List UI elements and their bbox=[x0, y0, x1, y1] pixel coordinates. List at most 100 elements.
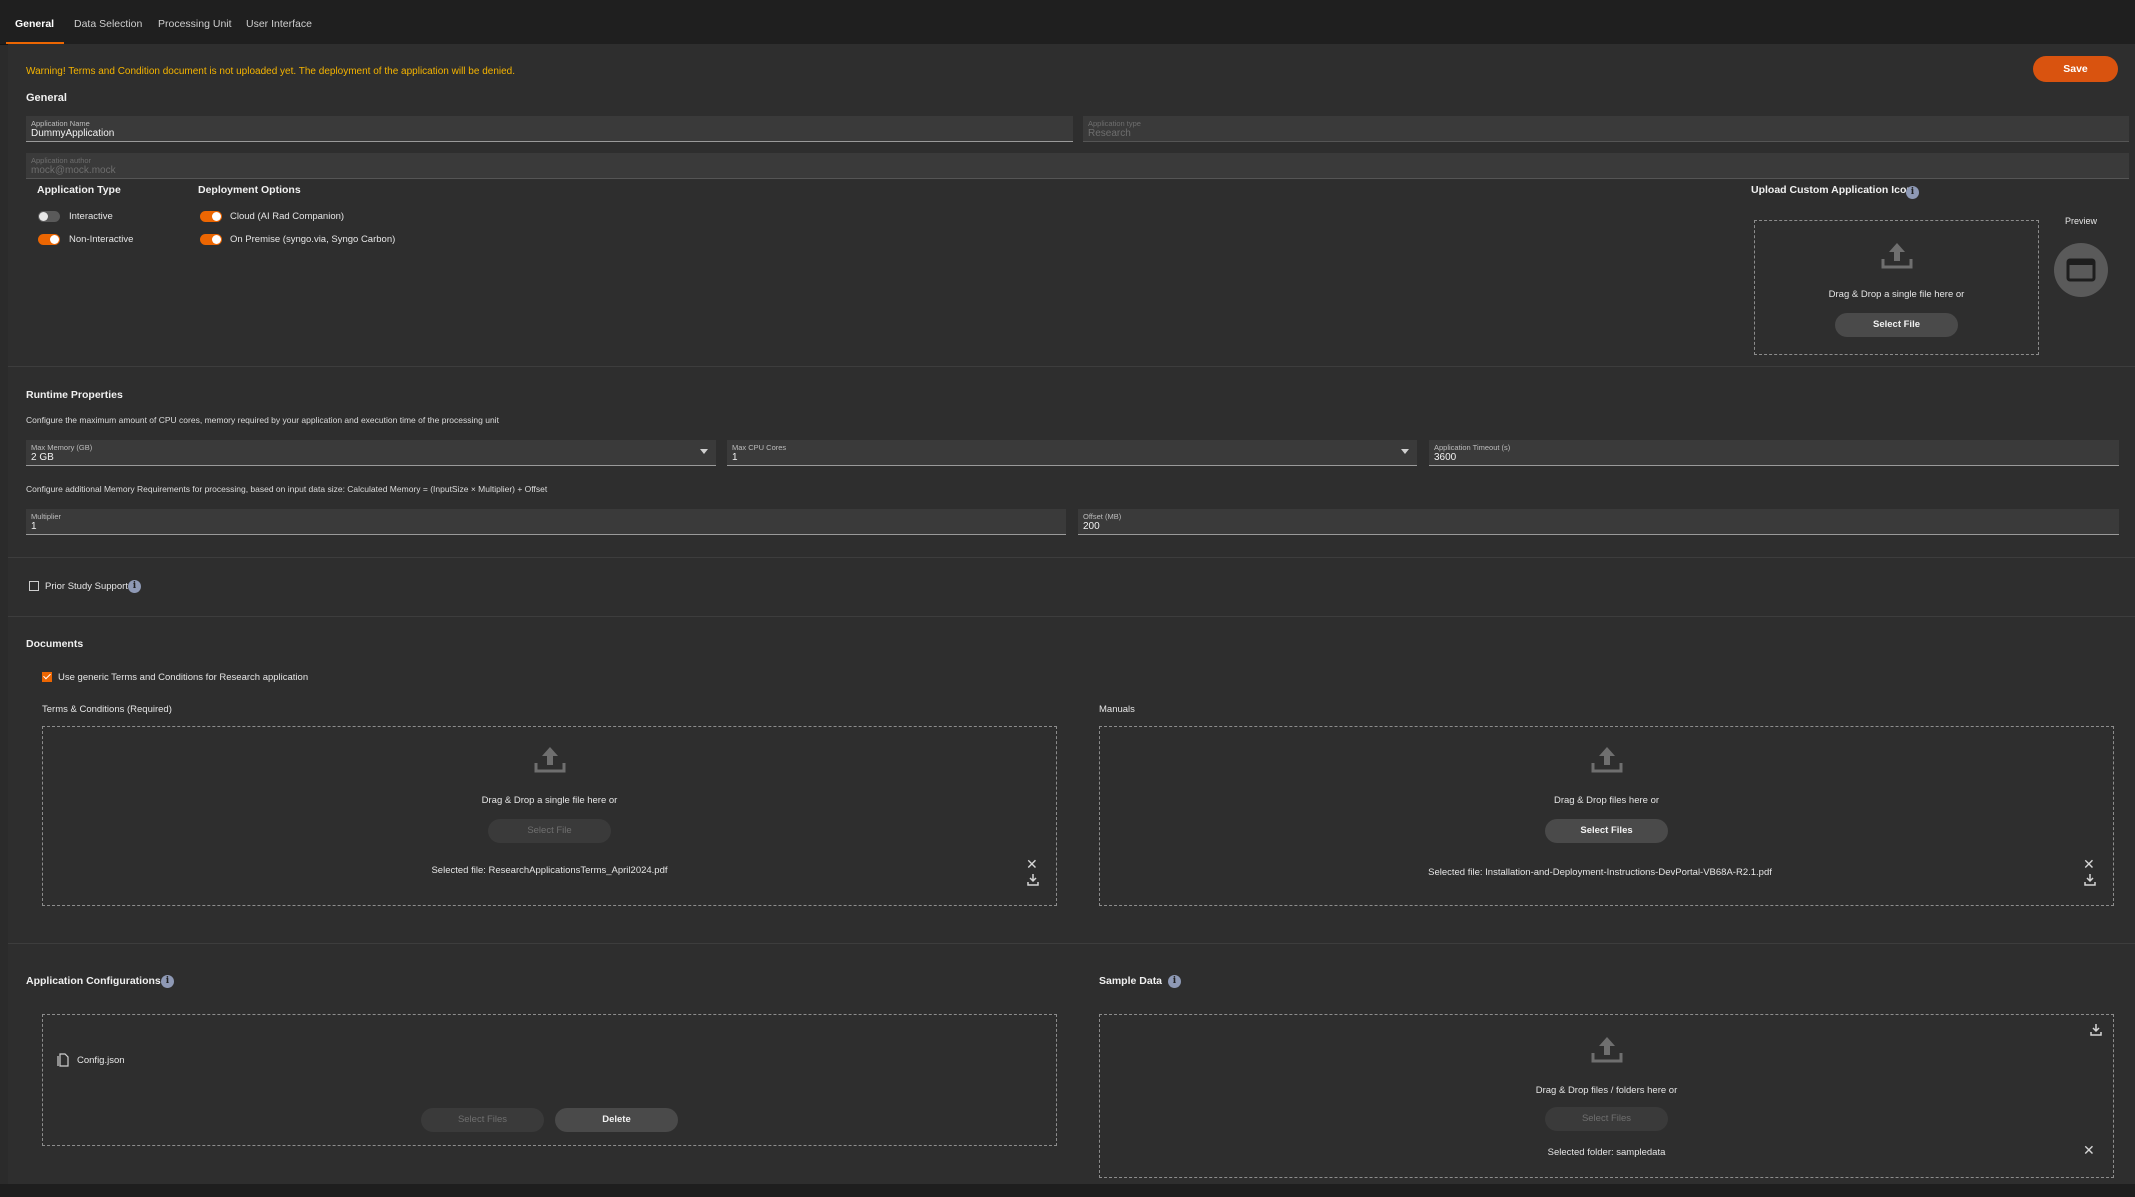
field-value: 1 bbox=[732, 452, 738, 463]
upload-icon bbox=[1591, 747, 1623, 773]
chevron-down-icon bbox=[700, 449, 708, 454]
multiplier-field[interactable]: Multiplier 1 bbox=[26, 509, 1066, 535]
sample-data-heading: Sample Data bbox=[1099, 975, 1163, 987]
select-files-button[interactable]: Select Files bbox=[421, 1108, 544, 1132]
window-icon bbox=[2066, 258, 2096, 282]
field-label: Application type bbox=[1088, 119, 1141, 128]
non-interactive-toggle[interactable] bbox=[38, 234, 60, 245]
upload-icon bbox=[534, 747, 566, 773]
memory-description: Configure additional Memory Requirements… bbox=[26, 484, 548, 494]
toggle-knob bbox=[212, 212, 221, 221]
file-icon bbox=[57, 1053, 69, 1067]
save-button[interactable]: Save bbox=[2033, 56, 2118, 82]
tab-processing-unit[interactable]: Processing Unit bbox=[158, 18, 232, 30]
offset-field[interactable]: Offset (MB) 200 bbox=[1078, 509, 2119, 535]
deployment-options-heading: Deployment Options bbox=[198, 184, 301, 196]
generic-terms-checkbox[interactable] bbox=[42, 672, 52, 682]
bottom-strip bbox=[0, 1184, 2135, 1197]
toggle-knob bbox=[212, 235, 221, 244]
icon-preview bbox=[2054, 243, 2108, 297]
field-value: 200 bbox=[1083, 521, 1100, 532]
top-tab-bar: General Data Selection Processing Unit U… bbox=[0, 0, 2135, 45]
selected-folder-text: Selected folder: sampledata bbox=[1547, 1147, 1666, 1158]
info-icon[interactable]: i bbox=[1906, 186, 1919, 199]
toggle-knob bbox=[39, 212, 48, 221]
section-divider bbox=[8, 943, 2135, 944]
download-icon[interactable] bbox=[1026, 873, 1040, 887]
chevron-down-icon bbox=[1401, 449, 1409, 454]
section-divider bbox=[8, 366, 2135, 367]
info-icon[interactable]: i bbox=[128, 580, 141, 593]
field-label: Application Timeout (s) bbox=[1434, 443, 1511, 452]
toggle-knob bbox=[50, 235, 59, 244]
manuals-label: Manuals bbox=[1099, 704, 1135, 715]
non-interactive-label: Non-Interactive bbox=[69, 234, 134, 245]
section-divider bbox=[8, 557, 2135, 558]
config-file-name[interactable]: Config.json bbox=[77, 1055, 125, 1066]
select-files-button[interactable]: Select Files bbox=[1545, 1107, 1668, 1131]
field-value: mock@mock.mock bbox=[31, 165, 116, 176]
prior-study-checkbox[interactable] bbox=[29, 581, 39, 591]
field-label: Max CPU Cores bbox=[732, 443, 787, 452]
field-label: Multiplier bbox=[31, 512, 62, 521]
app-config-dropzone[interactable]: Config.json Select Files Delete bbox=[42, 1014, 1057, 1146]
max-memory-select[interactable]: Max Memory (GB) 2 GB bbox=[26, 440, 716, 466]
tab-user-interface[interactable]: User Interface bbox=[246, 18, 312, 30]
tab-data-selection[interactable]: Data Selection bbox=[74, 18, 142, 30]
field-label: Application Name bbox=[31, 119, 90, 128]
on-premise-toggle[interactable] bbox=[200, 234, 222, 245]
prior-study-label: Prior Study Support bbox=[45, 581, 128, 592]
icon-dropzone[interactable]: Drag & Drop a single file here or Select… bbox=[1754, 220, 2039, 355]
terms-label: Terms & Conditions (Required) bbox=[42, 704, 172, 715]
terms-dropzone[interactable]: Drag & Drop a single file here or Select… bbox=[42, 726, 1057, 906]
download-icon[interactable] bbox=[2083, 873, 2097, 887]
max-cpu-select[interactable]: Max CPU Cores 1 bbox=[727, 440, 1417, 466]
field-label: Offset (MB) bbox=[1083, 512, 1122, 521]
runtime-heading: Runtime Properties bbox=[26, 389, 123, 401]
section-divider bbox=[8, 616, 2135, 617]
select-files-button[interactable]: Select Files bbox=[1545, 819, 1668, 843]
select-file-button[interactable]: Select File bbox=[488, 819, 611, 843]
cloud-label: Cloud (AI Rad Companion) bbox=[230, 211, 345, 222]
info-icon[interactable]: i bbox=[1168, 975, 1181, 988]
manuals-dropzone[interactable]: Drag & Drop files here or Select Files S… bbox=[1099, 726, 2114, 906]
upload-icon-heading: Upload Custom Application Icon bbox=[1751, 184, 1913, 196]
application-author-field: Application author mock@mock.mock bbox=[26, 153, 2129, 179]
drop-text: Drag & Drop files here or bbox=[1553, 795, 1660, 806]
close-icon[interactable]: ✕ bbox=[1026, 857, 1038, 871]
general-heading: General bbox=[26, 92, 67, 104]
info-icon[interactable]: i bbox=[161, 975, 174, 988]
tab-general[interactable]: General bbox=[15, 18, 54, 30]
close-icon[interactable]: ✕ bbox=[2083, 1143, 2095, 1157]
field-value: Research bbox=[1088, 128, 1131, 139]
sample-data-dropzone[interactable]: Drag & Drop files / folders here or Sele… bbox=[1099, 1014, 2114, 1178]
cloud-toggle[interactable] bbox=[200, 211, 222, 222]
preview-label: Preview bbox=[2065, 216, 2098, 226]
runtime-description: Configure the maximum amount of CPU core… bbox=[26, 415, 499, 425]
field-value: DummyApplication bbox=[31, 128, 115, 139]
interactive-toggle[interactable] bbox=[38, 211, 60, 222]
delete-button[interactable]: Delete bbox=[555, 1108, 678, 1132]
drop-text: Drag & Drop a single file here or bbox=[1828, 289, 1965, 300]
drop-text: Drag & Drop files / folders here or bbox=[1535, 1085, 1678, 1096]
field-label: Application author bbox=[31, 156, 92, 165]
application-type-heading: Application Type bbox=[37, 184, 121, 196]
select-file-button[interactable]: Select File bbox=[1835, 313, 1958, 337]
field-value: 3600 bbox=[1434, 452, 1457, 463]
selected-file-text: Selected file: ResearchApplicationsTerms… bbox=[431, 865, 668, 876]
generic-terms-label: Use generic Terms and Conditions for Res… bbox=[58, 672, 309, 683]
application-type-field: Application type Research bbox=[1083, 116, 2129, 142]
download-icon[interactable] bbox=[2089, 1023, 2103, 1037]
terms-warning: Warning! Terms and Condition document is… bbox=[26, 66, 516, 77]
close-icon[interactable]: ✕ bbox=[2083, 857, 2095, 871]
drop-text: Drag & Drop a single file here or bbox=[481, 795, 618, 806]
application-name-field[interactable]: Application Name DummyApplication bbox=[26, 116, 1073, 142]
field-label: Max Memory (GB) bbox=[31, 443, 93, 452]
field-value: 1 bbox=[31, 521, 37, 532]
selected-file-text: Selected file: Installation-and-Deployme… bbox=[1428, 867, 1772, 878]
on-premise-label: On Premise (syngo.via, Syngo Carbon) bbox=[230, 234, 396, 245]
upload-icon bbox=[1881, 243, 1913, 269]
timeout-field[interactable]: Application Timeout (s) 3600 bbox=[1429, 440, 2119, 466]
interactive-label: Interactive bbox=[69, 211, 113, 222]
field-value: 2 GB bbox=[31, 452, 54, 463]
